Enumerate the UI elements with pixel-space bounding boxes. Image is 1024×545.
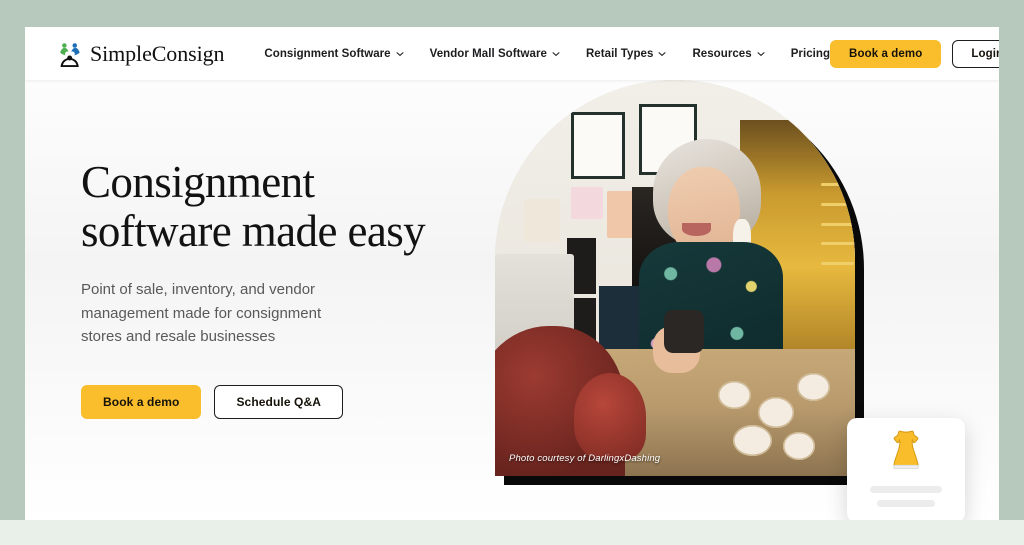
nav-label: Pricing bbox=[790, 47, 831, 60]
website-page: SimpleConsign Consignment Software Vendo… bbox=[25, 27, 999, 520]
chevron-down-icon bbox=[757, 51, 765, 56]
book-demo-button-hero[interactable]: Book a demo bbox=[81, 385, 202, 420]
photo-customer-arm bbox=[574, 373, 647, 461]
yellow-dress-icon bbox=[893, 430, 919, 469]
product-preview-card[interactable] bbox=[847, 418, 965, 520]
header-actions: Book a demo Login bbox=[830, 39, 999, 68]
chevron-down-icon bbox=[396, 51, 404, 56]
two-figures-logo-icon bbox=[57, 41, 83, 67]
hero-section: Consignment software made easy Point of … bbox=[25, 80, 999, 520]
hero-headline: Consignment software made easy bbox=[81, 157, 426, 257]
nav-item-vendor-mall-software[interactable]: Vendor Mall Software bbox=[430, 48, 560, 60]
main-navigation: Consignment Software Vendor Mall Softwar… bbox=[264, 48, 830, 60]
hero-cta-group: Book a demo Schedule Q&A bbox=[81, 385, 481, 420]
login-button[interactable]: Login bbox=[952, 39, 999, 68]
nav-label: Retail Types bbox=[585, 47, 654, 60]
photo-credit: Photo courtesy of DarlingxDashing bbox=[509, 453, 661, 464]
nav-label: Resources bbox=[692, 47, 752, 60]
card-placeholder-line bbox=[877, 500, 935, 507]
nav-label: Vendor Mall Software bbox=[429, 47, 547, 60]
site-header: SimpleConsign Consignment Software Vendo… bbox=[25, 27, 999, 80]
schedule-qa-button[interactable]: Schedule Q&A bbox=[214, 385, 344, 420]
nav-item-consignment-software[interactable]: Consignment Software bbox=[264, 47, 404, 60]
book-demo-button-header[interactable]: Book a demo bbox=[830, 39, 942, 68]
hero-copy: Consignment software made easy Point of … bbox=[81, 157, 481, 420]
hero-image-wrapper: Photo courtesy of DarlingxDashing bbox=[495, 80, 875, 485]
photo-product-jar bbox=[664, 309, 704, 354]
brand-name: SimpleConsign bbox=[90, 40, 225, 66]
photo-wall-card bbox=[570, 186, 603, 219]
photo-wall-card bbox=[523, 198, 560, 243]
browser-viewport: SimpleConsign Consignment Software Vendo… bbox=[0, 0, 1024, 545]
hero-photo: Photo courtesy of DarlingxDashing bbox=[495, 80, 855, 476]
nav-item-resources[interactable]: Resources bbox=[692, 47, 765, 60]
page-bottom-band bbox=[0, 520, 1024, 545]
chevron-down-icon bbox=[552, 51, 560, 56]
nav-item-retail-types[interactable]: Retail Types bbox=[586, 48, 667, 60]
photo-framed-art bbox=[570, 111, 625, 179]
hero-subheadline: Point of sale, inventory, and vendor man… bbox=[81, 281, 322, 346]
brand-logo[interactable]: SimpleConsign bbox=[57, 41, 224, 67]
nav-label: Consignment Software bbox=[264, 47, 391, 60]
nav-item-pricing[interactable]: Pricing bbox=[791, 48, 830, 60]
card-placeholder-line bbox=[870, 486, 942, 493]
photo-poster bbox=[599, 285, 639, 354]
chevron-down-icon bbox=[658, 51, 666, 56]
